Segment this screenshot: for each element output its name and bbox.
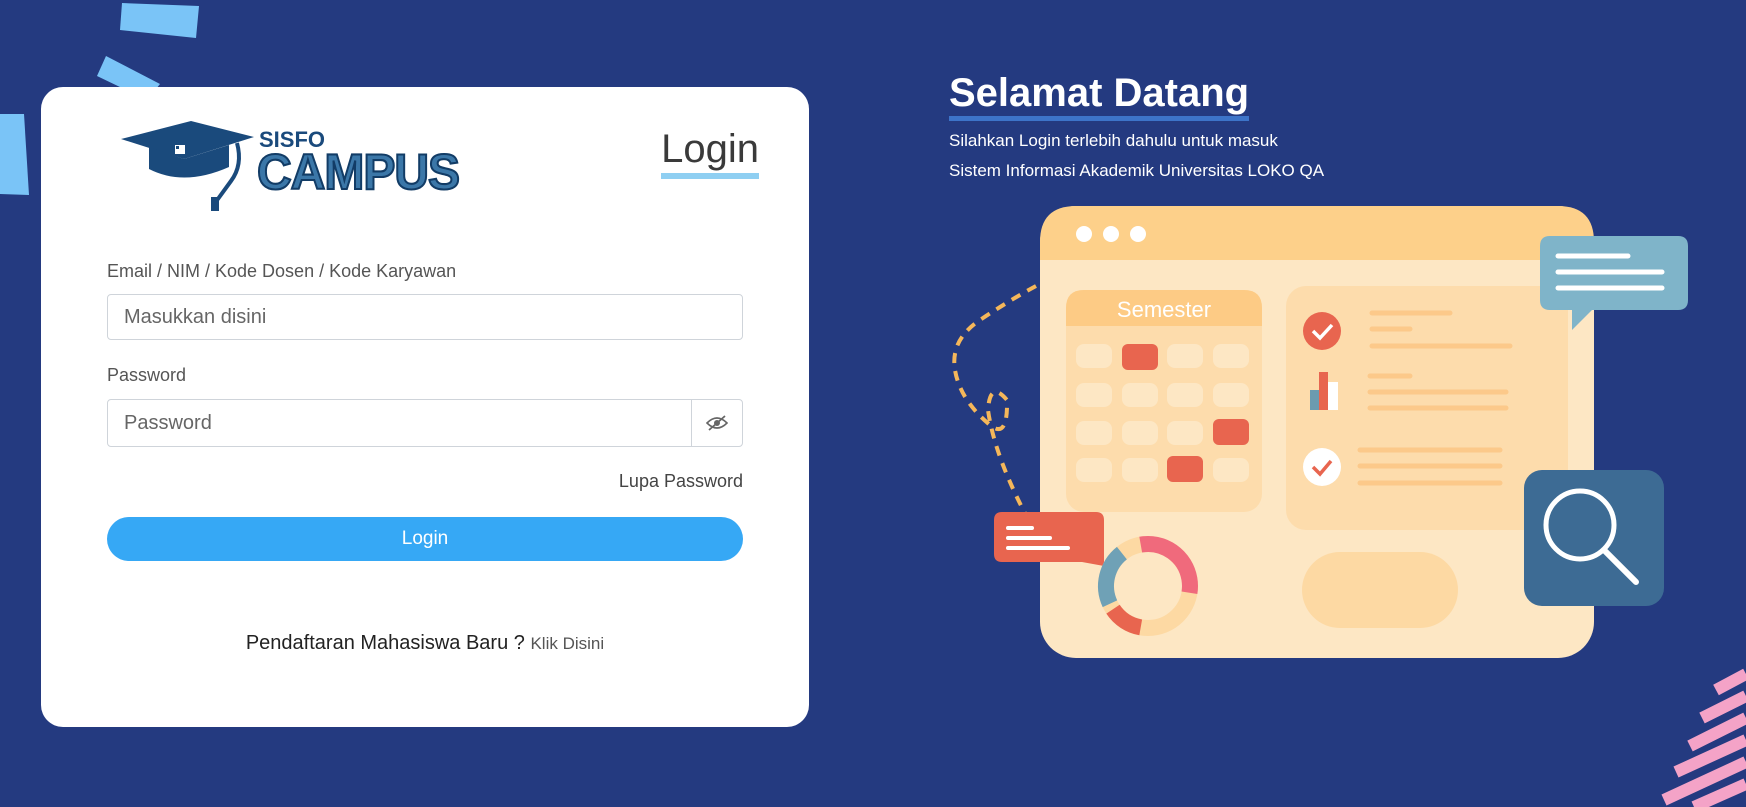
- login-card: SISFO CAMPUS Login Email / NIM / Kode Do…: [41, 87, 809, 727]
- login-page: SISFO CAMPUS Login Email / NIM / Kode Do…: [0, 0, 1746, 807]
- welcome-subtitle-line2: Sistem Informasi Akademik Universitas LO…: [949, 161, 1325, 180]
- welcome-title: Selamat Datang: [949, 70, 1250, 121]
- register-row: Pendaftaran Mahasiswa Baru ? Klik Disini: [41, 632, 809, 655]
- dashboard-illustration: Semester: [952, 206, 1688, 658]
- register-prompt: Pendaftaran Mahasiswa Baru ?: [245, 632, 525, 654]
- welcome-subtitle-line1: Silahkan Login terlebih dahulu untuk mas…: [949, 131, 1278, 150]
- toggle-password-visibility-button[interactable]: [691, 399, 743, 447]
- semester-label: Semester: [1117, 297, 1211, 322]
- eye-slash-icon: [706, 415, 728, 431]
- graduation-cap-icon: [121, 121, 254, 211]
- forgot-password-link[interactable]: Lupa Password: [619, 471, 743, 492]
- password-input[interactable]: [107, 399, 692, 447]
- register-link[interactable]: Klik Disini: [530, 634, 604, 653]
- password-label: Password: [107, 365, 187, 385]
- login-button[interactable]: Login: [107, 517, 743, 561]
- identifier-input[interactable]: [107, 294, 743, 340]
- sisfo-campus-logo: SISFO CAMPUS: [119, 117, 461, 212]
- logo-text-campus: CAMPUS: [256, 144, 461, 202]
- identifier-label: Email / NIM / Kode Dosen / Kode Karyawan: [107, 261, 457, 281]
- magnifier-icon: [1524, 470, 1664, 606]
- login-title: Login: [661, 127, 759, 179]
- decorative-stripes-bottom-right: [1661, 668, 1746, 807]
